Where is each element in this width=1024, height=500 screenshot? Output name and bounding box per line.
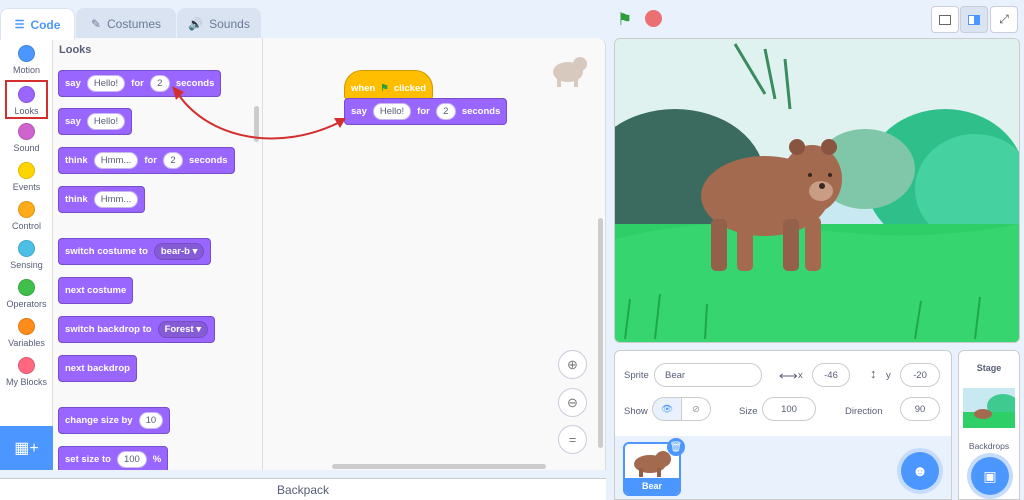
sprite-list: Bear 🗑 ☻: [614, 436, 952, 500]
tab-code[interactable]: ☰ Code: [0, 8, 75, 40]
category-variables[interactable]: Variables: [0, 314, 53, 353]
backdrop-dropdown[interactable]: Forest ▾: [157, 321, 209, 338]
events-dot-icon: [18, 162, 35, 179]
change-size-input[interactable]: 10: [138, 412, 164, 429]
sprite-info-panel: Sprite Bear ⟷ x -46 ↕ y -20 Show 👁 ⊘ Siz…: [614, 350, 952, 438]
motion-dot-icon: [18, 45, 35, 62]
annotation-arrow: [172, 86, 346, 140]
show-visible-button[interactable]: 👁: [652, 397, 682, 421]
think-block[interactable]: think Hmm...: [58, 186, 146, 213]
tab-costumes[interactable]: ✎ Costumes: [76, 8, 176, 38]
bear-sprite-watermark-icon: [553, 57, 587, 87]
category-sensing[interactable]: Sensing: [0, 236, 53, 275]
eye-icon: 👁: [660, 403, 674, 415]
trash-icon: 🗑: [669, 441, 683, 453]
show-hidden-button[interactable]: ⊘: [681, 397, 711, 421]
y-arrow-icon: ↕: [870, 366, 877, 381]
variables-dot-icon: [18, 318, 35, 335]
delete-sprite-button[interactable]: 🗑: [667, 438, 685, 456]
x-arrow-icon: ⟷: [779, 368, 798, 383]
palette-title: Looks: [59, 44, 92, 56]
stage-target-panel[interactable]: Stage Backdrops ▣: [958, 350, 1020, 500]
say-text-input[interactable]: Hello!: [86, 75, 126, 92]
category-events[interactable]: Events: [0, 158, 53, 197]
large-stage-icon: [968, 14, 980, 25]
category-motion[interactable]: Motion: [0, 41, 53, 80]
next-costume-block[interactable]: next costume: [58, 277, 134, 304]
my-blocks-dot-icon: [18, 357, 35, 374]
when-flag-clicked-block[interactable]: when ⚑ clicked: [344, 70, 434, 100]
choose-sprite-button[interactable]: ☻: [901, 452, 939, 490]
cat-add-icon: ☻: [912, 462, 928, 480]
script-say-block[interactable]: say Hello! for 2 seconds: [344, 98, 508, 125]
workspace-v-scrollbar[interactable]: [598, 218, 603, 448]
zoom-out-button[interactable]: ⊖: [558, 388, 587, 417]
category-my-blocks[interactable]: My Blocks: [0, 353, 53, 392]
category-operators[interactable]: Operators: [0, 275, 53, 314]
green-flag-button[interactable]: ⚑: [617, 10, 632, 30]
green-flag-icon: ⚑: [380, 82, 389, 94]
zoom-in-icon: ⊕: [567, 356, 578, 372]
looks-dot-icon: [18, 86, 35, 103]
category-looks[interactable]: Looks: [5, 80, 48, 119]
sprite-x-input[interactable]: -46: [812, 363, 850, 387]
sprite-direction-input[interactable]: 90: [900, 397, 940, 421]
small-stage-button[interactable]: [931, 6, 959, 33]
seconds-input[interactable]: 2: [162, 152, 183, 169]
sprite-size-input[interactable]: 100: [762, 397, 816, 421]
tab-sounds[interactable]: 🔊 Sounds: [177, 8, 261, 38]
say-text-input[interactable]: Hello!: [86, 113, 126, 130]
next-backdrop-block[interactable]: next backdrop: [58, 355, 137, 382]
say-block[interactable]: say Hello!: [58, 108, 133, 135]
zoom-in-button[interactable]: ⊕: [558, 350, 587, 379]
add-extension-button[interactable]: ▦+: [0, 426, 53, 470]
workspace-h-scrollbar[interactable]: [332, 464, 546, 469]
think-text-input[interactable]: Hmm...: [93, 191, 139, 208]
sensing-dot-icon: [18, 240, 35, 257]
stop-button[interactable]: [645, 10, 662, 27]
speaker-icon: 🔊: [188, 16, 204, 31]
set-size-input[interactable]: 100: [116, 451, 147, 468]
extension-icon: ▦+: [14, 440, 39, 457]
think-for-seconds-block[interactable]: think Hmm... for 2 seconds: [58, 147, 235, 174]
dropdown-arrow-icon: ▾: [196, 324, 202, 335]
image-add-icon: ▣: [983, 467, 997, 484]
zoom-reset-icon: =: [568, 432, 577, 447]
switch-backdrop-block[interactable]: switch backdrop to Forest ▾: [58, 316, 216, 343]
dropdown-arrow-icon: ▾: [192, 246, 198, 257]
fullscreen-icon: ⤢: [999, 12, 1009, 26]
stage-canvas[interactable]: [614, 38, 1020, 343]
code-icon: ☰: [14, 19, 25, 31]
category-control[interactable]: Control: [0, 197, 53, 236]
category-menu: Motion Looks Sound Events Control Sensin…: [0, 38, 53, 426]
large-stage-button[interactable]: [960, 6, 988, 33]
stage-backdrop-thumbnail: [963, 388, 1015, 428]
zoom-out-icon: ⊖: [567, 394, 578, 410]
think-text-input[interactable]: Hmm...: [93, 152, 139, 169]
choose-backdrop-button[interactable]: ▣: [971, 457, 1009, 495]
green-flag-icon: ⚑: [617, 10, 633, 29]
control-dot-icon: [18, 201, 35, 218]
costume-dropdown[interactable]: bear-b ▾: [153, 243, 205, 260]
script-say-input[interactable]: Hello!: [372, 103, 412, 120]
small-stage-icon: [939, 14, 951, 25]
switch-costume-block[interactable]: switch costume to bear-b ▾: [58, 238, 212, 265]
operators-dot-icon: [18, 279, 35, 296]
bear-sprite: [701, 139, 842, 271]
category-sound[interactable]: Sound: [0, 119, 53, 158]
eye-slash-icon: ⊘: [692, 403, 700, 415]
script-seconds-input[interactable]: 2: [435, 103, 456, 120]
sprite-y-input[interactable]: -20: [900, 363, 940, 387]
fullscreen-button[interactable]: ⤢: [990, 6, 1018, 33]
sprite-name-input[interactable]: Bear: [654, 363, 762, 387]
sound-dot-icon: [18, 123, 35, 140]
set-size-block[interactable]: set size to 100%: [58, 446, 169, 470]
change-size-block[interactable]: change size by 10: [58, 407, 171, 434]
backpack-bar[interactable]: Backpack: [0, 478, 606, 500]
zoom-reset-button[interactable]: =: [558, 425, 587, 454]
brush-icon: ✎: [90, 16, 102, 31]
